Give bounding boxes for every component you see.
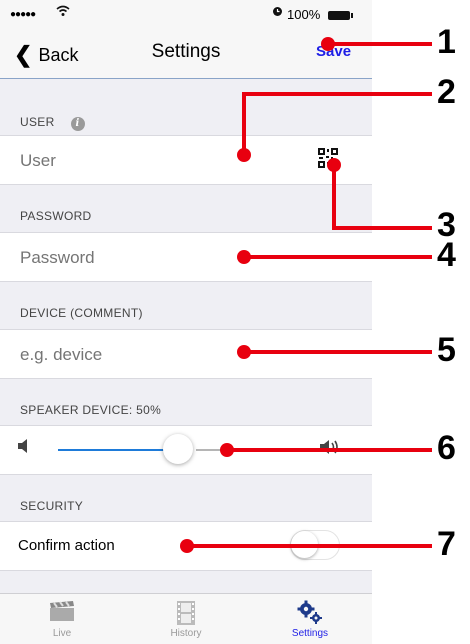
alarm-icon [272, 6, 283, 20]
device-cell [0, 329, 372, 379]
callout-number-4: 4 [437, 236, 456, 274]
callout-number-6: 6 [437, 429, 456, 467]
gears-icon [248, 600, 372, 624]
device-comment-input[interactable] [18, 340, 342, 370]
battery-icon [328, 11, 350, 20]
status-bar: ●●●●● 100% [0, 0, 372, 28]
callout-number-2: 2 [437, 73, 456, 111]
callout-number-1: 1 [437, 23, 456, 61]
callout-number-7: 7 [437, 525, 456, 563]
info-icon[interactable]: i [70, 117, 85, 131]
battery-tip [351, 13, 353, 18]
callout-7-line [187, 544, 432, 548]
tab-bar: Live History Settings [0, 593, 372, 644]
callout-5-line [244, 350, 432, 354]
navigation-bar: ❮ Back Settings Save [0, 28, 372, 79]
user-input[interactable] [18, 146, 302, 176]
security-section-header: SECURITY [20, 499, 84, 513]
callout-2-line [242, 92, 432, 96]
speaker-section-header: SPEAKER DEVICE: 50% [20, 403, 162, 417]
user-cell [0, 135, 372, 185]
callout-2-vline [242, 92, 246, 154]
tab-live[interactable]: Live [0, 594, 124, 644]
callout-number-5: 5 [437, 331, 456, 369]
signal-icon: ●●●●● [10, 9, 36, 20]
user-section-header: USER i [20, 115, 85, 131]
device-section-header: DEVICE (COMMENT) [20, 306, 143, 320]
user-header-label: USER [20, 115, 55, 129]
callout-4-line [244, 255, 432, 259]
password-section-header: PASSWORD [20, 209, 92, 223]
tab-history-label: History [170, 628, 202, 639]
clapperboard-icon [0, 600, 124, 624]
tab-settings-label: Settings [291, 628, 329, 639]
tab-live-label: Live [52, 628, 72, 639]
callout-3-vline [332, 164, 336, 230]
callout-1-line [328, 42, 432, 46]
battery-percent: 100% [287, 7, 321, 22]
speaker-slider-thumb[interactable] [163, 434, 193, 464]
film-icon [124, 600, 248, 625]
wifi-icon [56, 5, 70, 20]
volume-low-icon [18, 438, 30, 459]
tab-settings[interactable]: Settings [248, 594, 372, 644]
callout-6-line [227, 448, 432, 452]
confirm-action-label: Confirm action [18, 537, 115, 554]
callout-3-line [332, 226, 432, 230]
slider-track-filled[interactable] [58, 449, 170, 451]
tab-history[interactable]: History [124, 594, 248, 644]
